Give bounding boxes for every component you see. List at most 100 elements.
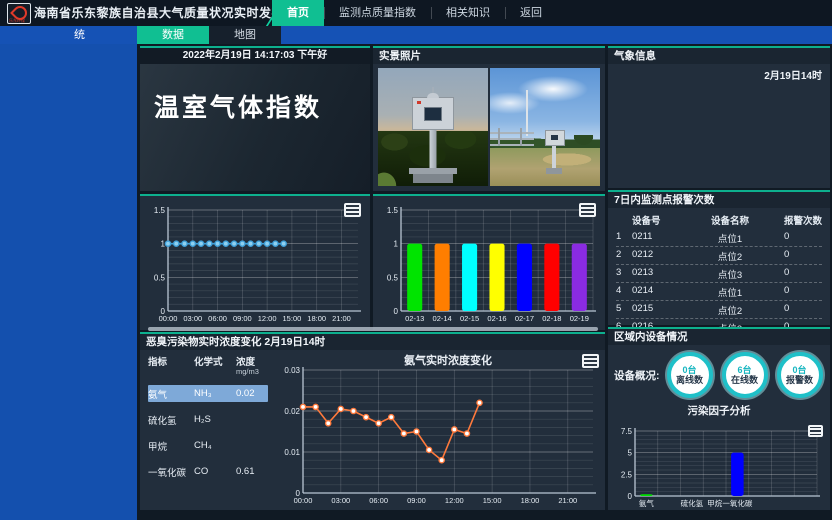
svg-text:00:00: 00:00 <box>294 496 313 505</box>
svg-text:02-17: 02-17 <box>515 314 534 323</box>
chart-toolbox-icon[interactable] <box>579 203 596 217</box>
cell-device-id: 0214 <box>632 285 690 299</box>
devices-panel: 区域内设备情况 设备概况: 0台离线数6台在线数0台报警数 污染因子分析 02.… <box>608 327 830 510</box>
cell-concentration: 0.61 <box>236 466 268 477</box>
column-concentration: 浓度 <box>236 354 268 368</box>
svg-text:15:00: 15:00 <box>483 496 502 505</box>
photo-row <box>373 64 605 190</box>
cell-device-name: 点位2 <box>690 303 770 317</box>
chart-toolbox-icon[interactable] <box>344 203 361 217</box>
cell-formula: CO <box>194 466 236 477</box>
svg-text:氨气实时浓度变化: 氨气实时浓度变化 <box>404 353 492 367</box>
alarm-row: 10211点位10 <box>616 229 822 247</box>
stat-label: 在线数 <box>731 375 758 385</box>
chart-toolbox-icon[interactable] <box>808 425 823 437</box>
photo-art <box>552 144 556 168</box>
svg-text:02-16: 02-16 <box>487 314 506 323</box>
tab-0[interactable]: 数据 <box>137 26 209 44</box>
datetime-text: 2022年2月19日 14:17:03 下午好 <box>140 48 370 64</box>
weather-time: 2月19日14时 <box>608 64 830 82</box>
device-stat-circle-1: 6台在线数 <box>722 352 768 398</box>
svg-text:1: 1 <box>394 240 399 249</box>
svg-text:18:00: 18:00 <box>521 496 540 505</box>
stat-label: 离线数 <box>676 375 703 385</box>
svg-text:18:00: 18:00 <box>307 314 326 323</box>
stat-count: 0台 <box>792 365 806 375</box>
svg-text:02-19: 02-19 <box>570 314 589 323</box>
svg-text:0.03: 0.03 <box>284 366 300 375</box>
cell-indicator: 甲烷 <box>148 439 194 453</box>
scroll-divider[interactable] <box>148 327 598 331</box>
svg-text:21:00: 21:00 <box>332 314 351 323</box>
cell-device-name: 点位1 <box>690 231 770 245</box>
cell-device-name: 点位1 <box>690 285 770 299</box>
daily-bar-chart-panel: 00.511.502-1302-1402-1502-1602-1702-1802… <box>373 194 605 330</box>
cell-device-id: 0215 <box>632 303 690 317</box>
photo-art <box>427 93 439 98</box>
app-logo: 乐东环保 <box>7 3 31 24</box>
photo-art <box>551 135 558 140</box>
devices-header: 区域内设备情况 <box>608 329 830 345</box>
svg-text:21:00: 21:00 <box>558 496 577 505</box>
alarm-table: 0 设备号 设备名称 报警次数 10211点位1020212点位2030213点… <box>608 208 830 337</box>
photos-header: 实景照片 <box>373 48 605 64</box>
svg-text:02-14: 02-14 <box>433 314 452 323</box>
nav-item-3[interactable]: 返回 <box>505 0 557 26</box>
photo-art <box>490 148 600 186</box>
monitor-device <box>412 97 454 130</box>
svg-text:03:00: 03:00 <box>331 496 350 505</box>
svg-text:09:00: 09:00 <box>407 496 426 505</box>
photo-art <box>546 168 562 174</box>
svg-text:06:00: 06:00 <box>369 496 388 505</box>
svg-text:5: 5 <box>628 449 633 458</box>
alarm-table-body: 10211点位1020212点位2030213点位3040214点位105021… <box>616 229 822 337</box>
nav-item-0[interactable]: 首页 <box>272 0 324 26</box>
odor-row: 甲烷CH₄ <box>148 437 268 454</box>
photo-art <box>378 160 408 186</box>
view-tabs: 数据地图 <box>137 26 281 44</box>
photo-art <box>430 128 437 168</box>
cell-index: 1 <box>616 231 632 245</box>
nav-item-1[interactable]: 监测点质量指数 <box>324 0 431 26</box>
svg-text:甲烷: 甲烷 <box>707 498 722 508</box>
odor-panel-body: 指标 化学式 浓度 mg/m3 氨气NH₃0.02硫化氢H₂S甲烷CH₄一氧化碳… <box>140 350 605 510</box>
daily-bar-chart: 00.511.502-1302-1402-1502-1602-1702-1802… <box>377 202 601 324</box>
photos-panel: 实景照片 <box>373 46 605 191</box>
svg-text:15:00: 15:00 <box>283 314 302 323</box>
column-formula: 化学式 <box>194 354 236 368</box>
photo-right-day-station <box>490 68 600 186</box>
svg-text:02-15: 02-15 <box>460 314 479 323</box>
cell-alarm-count: 0 <box>770 285 822 299</box>
cell-index: 5 <box>616 303 632 317</box>
cell-alarm-count: 0 <box>770 267 822 281</box>
chart-toolbox-icon[interactable] <box>582 354 599 368</box>
svg-text:0.01: 0.01 <box>284 448 300 457</box>
stat-label: 报警数 <box>786 375 813 385</box>
alarm-table-panel: 7日内监测点报警次数 0 设备号 设备名称 报警次数 10211点位102021… <box>608 190 830 325</box>
odor-panel-header: 恶臭污染物实时浓度变化 2月19日14时 <box>140 334 605 350</box>
photo-art <box>417 101 421 104</box>
svg-text:06:00: 06:00 <box>208 314 227 323</box>
photo-art <box>498 128 500 146</box>
concentration-unit: mg/m3 <box>236 368 268 376</box>
odor-table-body: 氨气NH₃0.02硫化氢H₂S甲烷CH₄一氧化碳CO0.61 <box>148 385 268 480</box>
photo-art <box>413 174 453 183</box>
cell-device-name: 点位3 <box>690 267 770 281</box>
photo-art <box>433 87 434 93</box>
odor-row: 硫化氢H₂S <box>148 411 268 428</box>
cell-index: 2 <box>616 249 632 263</box>
odor-row: 氨气NH₃0.02 <box>148 385 268 402</box>
tab-1[interactable]: 地图 <box>209 26 281 44</box>
cell-formula: H₂S <box>194 414 236 425</box>
greenhouse-line-chart-panel: 00.511.500:0003:0006:0009:0012:0015:0018… <box>140 194 370 330</box>
nav-item-2[interactable]: 相关知识 <box>431 0 505 26</box>
column-device-name: 设备名称 <box>690 213 770 227</box>
photo-art <box>490 132 534 134</box>
svg-text:00:00: 00:00 <box>159 314 178 323</box>
page-title: 温室气体指数 <box>154 88 370 124</box>
odor-table-column-row: 指标 化学式 浓度 <box>148 354 268 368</box>
svg-text:02-18: 02-18 <box>542 314 561 323</box>
svg-text:硫化氢: 硫化氢 <box>681 498 704 508</box>
svg-text:12:00: 12:00 <box>258 314 277 323</box>
photo-art <box>526 90 528 136</box>
